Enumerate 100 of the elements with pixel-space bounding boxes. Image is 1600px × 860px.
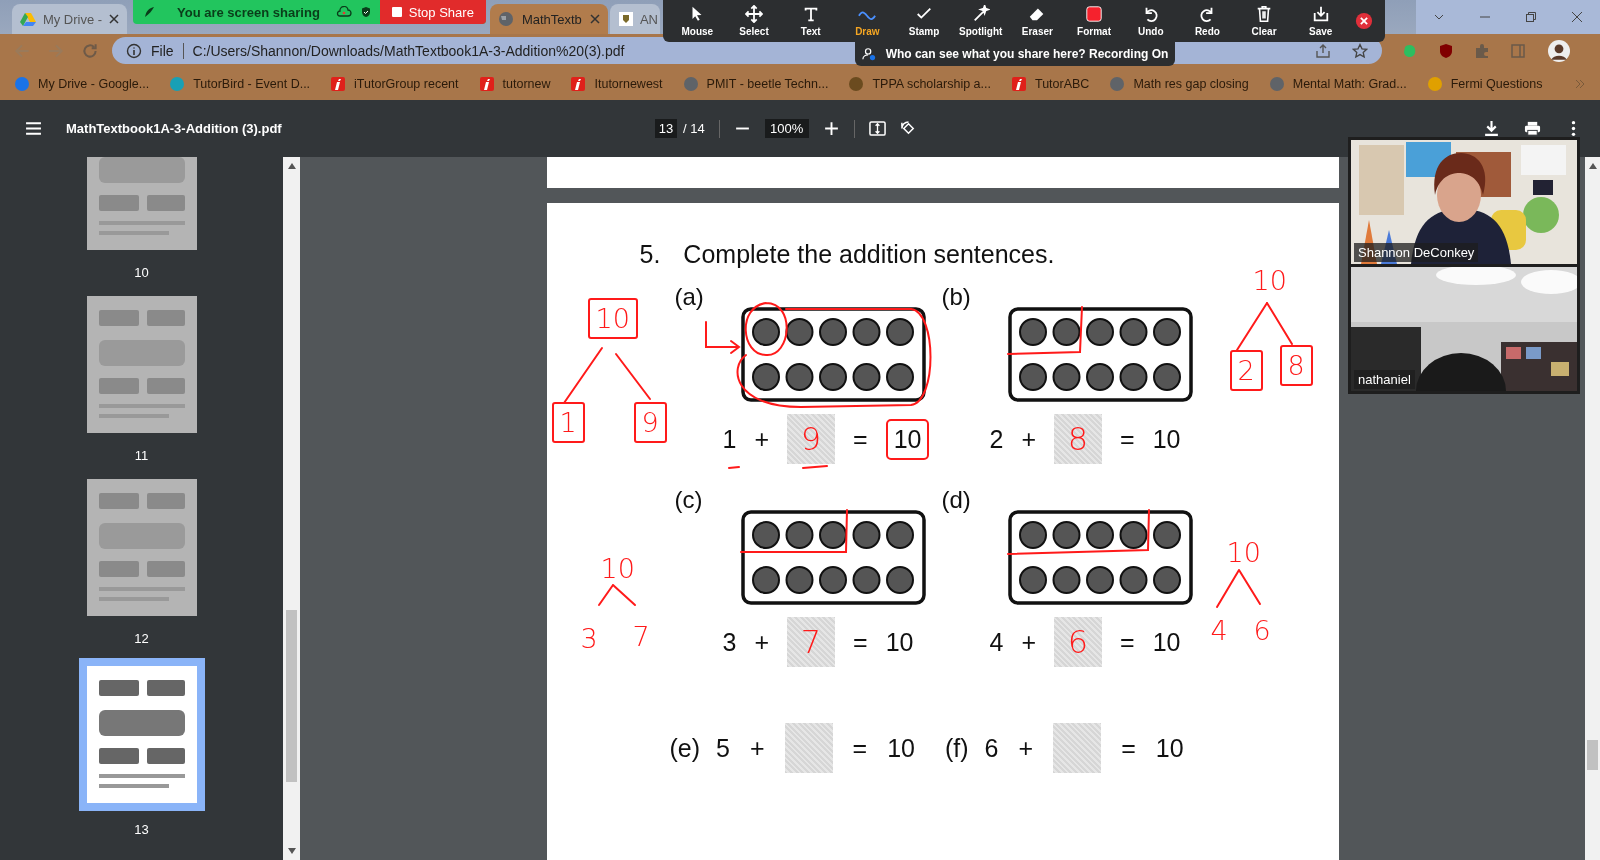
bookmark[interactable]: iTutorGroup recent — [330, 75, 459, 92]
scrollbar-thumb[interactable] — [1587, 740, 1598, 770]
magic-wand-icon — [971, 5, 990, 23]
participant-name: nathaniel — [1354, 370, 1415, 389]
scroll-down-icon[interactable] — [287, 848, 296, 854]
bookmark[interactable]: TPPA scholarship a... — [848, 75, 991, 92]
menu-icon[interactable] — [25, 120, 42, 137]
bookmark-icon — [1426, 75, 1443, 92]
bookmark[interactable]: My Drive - Google... — [14, 75, 150, 92]
handwritten-number: 10 — [587, 298, 638, 339]
problem-label: (c) — [674, 486, 703, 514]
ink-stroke — [597, 584, 636, 606]
bookmark[interactable]: TutorABC — [1011, 75, 1090, 92]
handwritten-number: 2 — [1229, 350, 1263, 391]
handwritten-answer: 9 — [800, 420, 822, 458]
handwritten-number: 10 — [1225, 536, 1262, 570]
bookmark[interactable]: tutornew — [478, 75, 551, 92]
browser-tab[interactable]: AN — [609, 4, 660, 34]
page-thumbnail[interactable] — [78, 658, 205, 811]
stop-share-button[interactable]: Stop Share — [379, 0, 486, 24]
addend: 1 — [722, 424, 737, 454]
addend: 3 — [722, 627, 737, 657]
equals-sign: = — [1120, 627, 1135, 657]
equals-sign: = — [1120, 424, 1135, 454]
scrollbar-thumb[interactable] — [286, 610, 297, 782]
total: 10 — [1155, 733, 1184, 763]
document-title: MathTextbook1A-3-Addition (3).pdf — [66, 121, 282, 136]
download-icon — [1311, 5, 1330, 23]
sharing-notice[interactable]: Who can see what you share here? Recording On — [855, 42, 1175, 66]
handwritten-number: 1 — [551, 402, 585, 443]
problem-label: (b) — [941, 283, 971, 311]
equals-sign: = — [853, 627, 868, 657]
close-icon[interactable] — [1355, 12, 1374, 30]
download-icon[interactable] — [1483, 120, 1500, 137]
ink-stroke — [801, 465, 828, 469]
star-icon[interactable] — [1352, 42, 1368, 59]
scroll-up-icon[interactable] — [1588, 163, 1597, 169]
page-number-label: 11 — [134, 448, 149, 463]
handwritten-number: 9 — [633, 402, 667, 443]
url-text: C:/Users/Shannon/Downloads/MathTextbook1A-3-Addition%20(3).pdf — [192, 42, 625, 59]
addend: 5 — [716, 733, 730, 763]
addend: 4 — [989, 627, 1004, 657]
tab-title: AN — [639, 11, 658, 27]
letter-i-icon — [570, 75, 587, 92]
ink-stroke — [1235, 302, 1268, 351]
equals-sign: = — [852, 733, 868, 763]
zoom-in-icon[interactable] — [822, 120, 840, 137]
handwritten-number: 7 — [631, 620, 651, 654]
scroll-up-icon[interactable] — [287, 163, 296, 169]
avatar-icon[interactable] — [1548, 39, 1570, 62]
bookmark[interactable]: PMIT - beetle Techn... — [682, 75, 829, 92]
globe-icon — [682, 75, 699, 92]
handwritten-answer: 6 — [1067, 623, 1089, 661]
fit-page-icon[interactable] — [868, 120, 886, 137]
browser-tab[interactable]: My Drive - — [12, 4, 127, 34]
handwritten-number: 6 — [1252, 614, 1272, 648]
answer-box[interactable]: 8 — [1054, 414, 1102, 464]
ink-stroke — [614, 353, 651, 400]
equals-sign: = — [853, 424, 868, 454]
handwritten-number: 3 — [579, 622, 599, 656]
bookmark[interactable]: Mental Math: Grad... — [1268, 75, 1407, 92]
bookmark-icon — [848, 75, 865, 92]
page-number-label: 13 — [134, 822, 149, 837]
handwritten-number: 4 — [1209, 614, 1229, 648]
addend: 2 — [989, 424, 1004, 454]
print-icon[interactable] — [1524, 120, 1541, 137]
zoom-field[interactable]: 100% — [764, 119, 809, 138]
total: 10 — [887, 733, 915, 763]
ink-stroke — [727, 466, 740, 469]
page-number-field[interactable]: 13 — [655, 119, 677, 138]
url-scheme: File — [151, 42, 174, 59]
answer-box[interactable]: 6 — [1054, 617, 1102, 667]
rotate-icon[interactable] — [899, 120, 917, 137]
plus-sign: + — [1018, 733, 1034, 763]
handwritten-number: 10 — [1251, 264, 1288, 298]
page-number-label: 10 — [134, 265, 149, 280]
bookmark[interactable]: Itutornewest — [570, 75, 663, 92]
addend: 6 — [984, 733, 999, 763]
move-arrows-icon — [745, 5, 763, 23]
answer-box[interactable]: 7 — [787, 617, 835, 667]
browser-tab[interactable]: MathTextb — [489, 4, 608, 34]
problem-label: (e) — [669, 733, 701, 763]
letter-i-icon — [330, 75, 347, 92]
bookmark[interactable]: TutorBird - Event D... — [169, 75, 311, 92]
plus-sign: + — [1021, 627, 1036, 657]
bookmark[interactable]: Fermi Questions — [1426, 75, 1543, 92]
share-icon[interactable] — [1315, 42, 1331, 59]
total: 10 — [1152, 424, 1181, 454]
tab-title: MathTextb — [521, 11, 582, 27]
page-count: / 14 — [683, 121, 705, 136]
handwritten-number: 8 — [1279, 345, 1313, 386]
total: 10 — [1152, 627, 1181, 657]
plus-sign: + — [1021, 424, 1036, 454]
plus-sign: + — [754, 424, 769, 454]
person-icon — [861, 47, 876, 61]
shield-icon[interactable] — [1438, 42, 1454, 59]
bookmark[interactable]: Math res gap closing — [1109, 75, 1249, 92]
answer-box[interactable]: 9 — [787, 414, 835, 464]
plus-sign: + — [754, 627, 769, 657]
close-icon[interactable] — [109, 14, 119, 24]
